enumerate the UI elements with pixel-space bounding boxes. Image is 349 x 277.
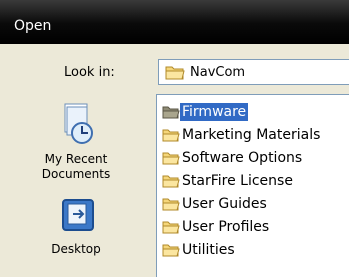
my-recent-documents-label-1: My Recent	[44, 152, 108, 166]
folder-icon	[162, 220, 180, 239]
list-item[interactable]: User Guides	[162, 194, 349, 216]
folder-icon	[162, 197, 180, 216]
file-list[interactable]: Firmware Marketing Materials Software Op…	[156, 94, 349, 277]
recent-documents-icon	[62, 102, 96, 151]
list-item[interactable]: Marketing Materials	[162, 125, 349, 147]
folder-icon	[162, 243, 180, 262]
my-recent-documents-label-2: Documents	[41, 167, 111, 181]
list-item[interactable]: Software Options	[162, 148, 349, 170]
folder-icon	[162, 105, 180, 124]
file-name: Marketing Materials	[182, 127, 321, 143]
look-in-row: Look in: NavCom	[0, 44, 349, 90]
list-item[interactable]: Firmware	[162, 102, 349, 124]
file-name: Utilities	[182, 242, 235, 258]
file-name: User Guides	[182, 196, 267, 212]
desktop-label: Desktop	[51, 242, 101, 256]
places-bar: My Recent Documents Desktop	[0, 90, 152, 277]
window-title: Open	[14, 18, 52, 34]
file-name: Firmware	[180, 103, 249, 121]
list-item[interactable]: Utilities	[162, 240, 349, 262]
title-bar[interactable]: Open	[0, 0, 349, 44]
places-my-recent-documents[interactable]: My Recent Documents	[0, 96, 152, 182]
list-item[interactable]: User Profiles	[162, 217, 349, 239]
folder-icon	[162, 174, 180, 193]
look-in-label: Look in:	[64, 65, 115, 80]
places-desktop[interactable]: Desktop	[0, 196, 152, 257]
look-in-value: NavCom	[190, 65, 246, 80]
look-in-dropdown[interactable]: NavCom	[158, 59, 349, 85]
file-name: StarFire License	[182, 173, 293, 189]
file-name: User Profiles	[182, 219, 270, 235]
folder-icon	[162, 128, 180, 147]
folder-icon	[162, 151, 180, 170]
desktop-icon	[61, 198, 95, 239]
file-name: Software Options	[182, 150, 303, 166]
folder-icon	[165, 65, 185, 85]
list-item[interactable]: StarFire License	[162, 171, 349, 193]
